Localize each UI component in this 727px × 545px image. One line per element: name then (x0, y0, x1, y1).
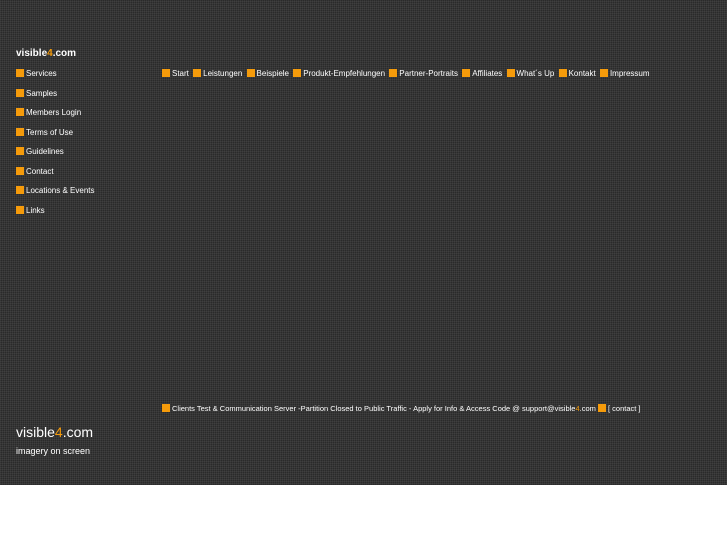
orange-square-icon (16, 186, 24, 194)
logo-prefix: visible (16, 48, 48, 59)
site-logo[interactable]: visible4.com (16, 48, 76, 59)
footer-notice: Clients Test & Communication Server -Par… (162, 404, 641, 413)
sidebar-item-samples[interactable]: Samples (16, 88, 94, 109)
sidebar-item-services[interactable]: Services (16, 69, 94, 89)
top-nav-item-label: Beispiele (256, 69, 289, 78)
top-nav-item-label: Produkt-Empfehlungen (303, 69, 386, 78)
orange-square-icon (193, 69, 202, 77)
top-nav-item-label: Start (172, 69, 189, 78)
top-nav-item-produkt-empfehlungen[interactable]: Produkt-Empfehlungen (293, 69, 385, 78)
orange-square-icon (162, 404, 170, 412)
orange-square-icon (293, 69, 302, 77)
page-background: visible4.com Services Samples Members Lo… (0, 0, 727, 485)
sidebar-item-label: Guidelines (26, 147, 64, 156)
top-nav-item-label: Impressum (609, 69, 650, 78)
sidebar-item-label: Terms of Use (26, 127, 74, 137)
sidebar-item-members-login[interactable]: Members Login (16, 108, 94, 128)
orange-square-icon (16, 205, 24, 214)
top-nav-item-impressum[interactable]: Impressum (599, 69, 650, 78)
orange-square-icon (16, 88, 24, 97)
top-nav: Start Leistungen Beispiele Produkt-Empfe… (162, 69, 652, 78)
sidebar-item-terms-of-use[interactable]: Terms of Use (16, 127, 94, 148)
orange-square-icon (16, 69, 24, 77)
orange-square-icon (16, 127, 24, 136)
top-nav-item-start[interactable]: Start (162, 69, 189, 78)
orange-square-icon (16, 108, 24, 116)
top-nav-item-label: Kontakt (568, 69, 596, 78)
top-nav-item-beispiele[interactable]: Beispiele (246, 69, 289, 78)
orange-square-icon (506, 69, 515, 77)
top-nav-item-label: What´s Up (516, 69, 555, 78)
orange-square-icon (16, 147, 24, 155)
sidebar-item-links[interactable]: Links (16, 205, 94, 226)
orange-square-icon (599, 69, 608, 77)
brand-tagline: imagery on screen (16, 446, 91, 456)
notice-text: Clients Test & Communication Server -Par… (172, 404, 576, 413)
top-nav-item-kontakt[interactable]: Kontakt (558, 69, 596, 78)
sidebar-item-guidelines[interactable]: Guidelines (16, 147, 94, 167)
sidebar-nav: Services Samples Members Login Terms of … (16, 69, 94, 225)
orange-square-icon (389, 69, 398, 77)
sidebar-item-locations-events[interactable]: Locations & Events (16, 186, 94, 206)
contact-link[interactable]: [ contact ] (608, 404, 641, 413)
sidebar-item-label: Locations & Events (26, 186, 95, 195)
sidebar-item-label: Contact (26, 166, 54, 176)
top-nav-item-leistungen[interactable]: Leistungen (193, 69, 242, 78)
brand-prefix: visible (16, 424, 55, 440)
orange-square-icon (598, 404, 606, 412)
top-nav-item-label: Affiliates (472, 69, 503, 78)
sidebar-item-label: Members Login (26, 108, 82, 117)
orange-square-icon (558, 69, 567, 77)
sidebar-item-contact[interactable]: Contact (16, 166, 94, 187)
orange-square-icon (246, 69, 255, 77)
notice-text-end: .com (579, 404, 596, 413)
brand-name: visible4.com (16, 424, 93, 440)
logo-suffix: .com (52, 48, 77, 59)
top-nav-item-partner-portraits[interactable]: Partner-Portraits (389, 69, 458, 78)
orange-square-icon (16, 166, 24, 175)
sidebar-item-label: Samples (26, 88, 58, 98)
top-nav-item-whats-up[interactable]: What´s Up (506, 69, 555, 78)
brand-digit: 4 (54, 424, 63, 440)
orange-square-icon (462, 69, 471, 77)
sidebar-item-label: Services (26, 69, 57, 78)
sidebar-item-label: Links (26, 205, 45, 215)
top-nav-item-label: Leistungen (203, 69, 243, 78)
orange-square-icon (162, 69, 170, 77)
brand-suffix: .com (62, 424, 94, 440)
top-nav-item-affiliates[interactable]: Affiliates (462, 69, 502, 78)
top-nav-item-label: Partner-Portraits (399, 69, 458, 78)
